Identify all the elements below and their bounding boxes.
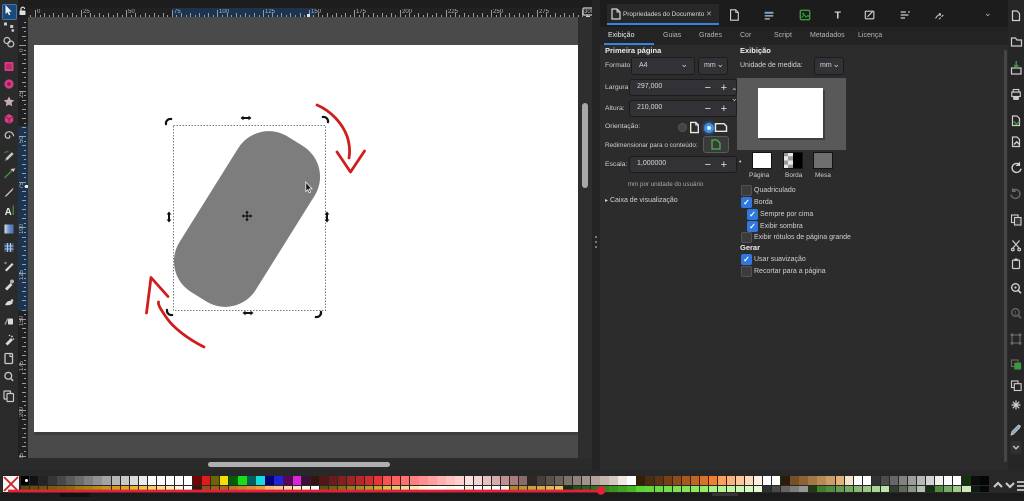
svg-text:A: A	[5, 207, 12, 218]
svg-text:T: T	[835, 10, 842, 21]
svg-text:1: 1	[1014, 311, 1017, 317]
